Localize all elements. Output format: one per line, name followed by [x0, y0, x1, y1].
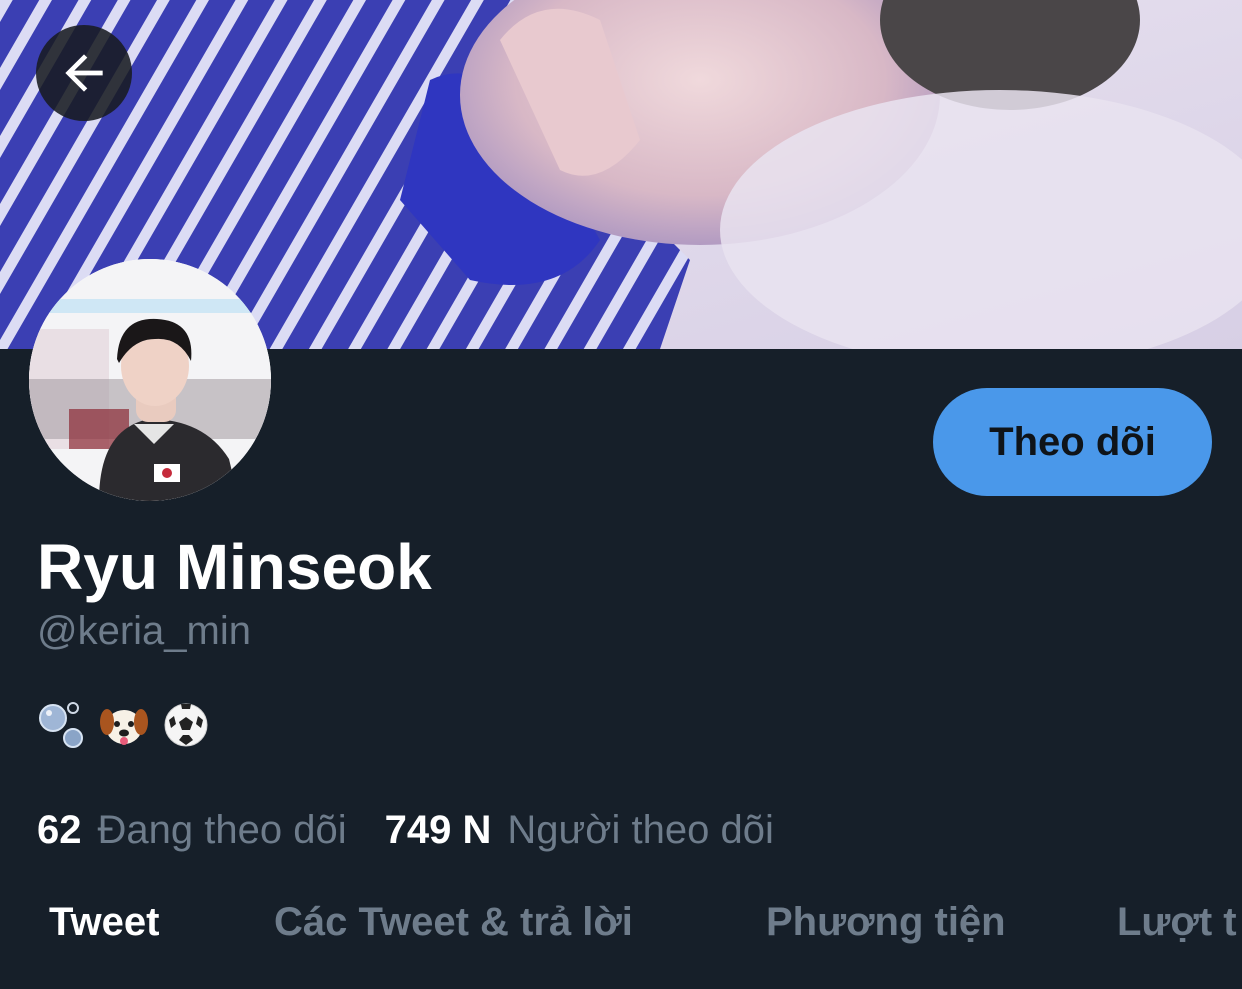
back-button[interactable] — [36, 25, 132, 121]
followers-label: Người theo dõi — [507, 808, 774, 852]
profile-page: Theo dõi Ryu Minseok @keria_min 62 Đang … — [0, 0, 1242, 989]
profile-tabs: Tweet Các Tweet & trả lời Phương tiện Lư… — [0, 900, 1242, 960]
arrow-left-icon — [65, 54, 103, 92]
tab-media[interactable]: Phương tiện — [766, 900, 1006, 945]
username-handle: @keria_min — [37, 609, 252, 653]
followers-stat[interactable]: 749 N Người theo dõi — [385, 808, 774, 853]
followers-count: 749 N — [384, 808, 492, 852]
bubbles-emoji — [37, 700, 87, 750]
tab-tweets-and-replies[interactable]: Các Tweet & trả lời — [274, 900, 633, 945]
dog-face-emoji — [99, 700, 149, 750]
bio — [37, 700, 211, 750]
avatar-photo — [29, 259, 271, 501]
soccer-ball-emoji — [161, 700, 211, 750]
follow-button[interactable]: Theo dõi — [933, 388, 1212, 496]
tab-likes[interactable]: Lượt t — [1117, 900, 1237, 945]
follow-stats: 62 Đang theo dõi 749 N Người theo dõi — [37, 808, 774, 853]
avatar[interactable] — [29, 259, 271, 501]
tab-tweets[interactable]: Tweet — [49, 900, 159, 945]
following-label: Đang theo dõi — [97, 808, 347, 852]
following-stat[interactable]: 62 Đang theo dõi — [37, 808, 347, 853]
following-count: 62 — [37, 808, 82, 852]
display-name: Ryu Minseok — [37, 531, 432, 603]
